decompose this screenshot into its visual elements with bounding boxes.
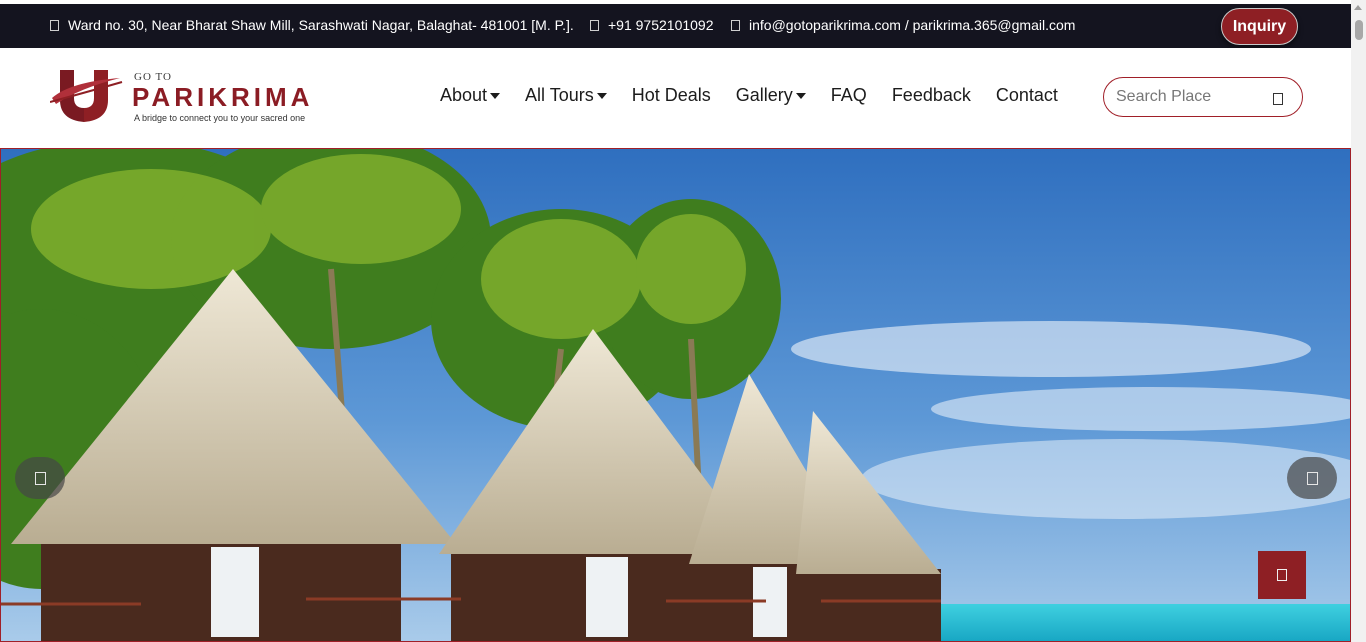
- main-nav: About All Tours Hot Deals Gallery FAQ Fe…: [440, 85, 1083, 106]
- nav-faq-label: FAQ: [830, 85, 867, 105]
- logo-mark-icon: [49, 70, 123, 122]
- nav-all-tours-label: All Tours: [525, 85, 594, 105]
- nav-feedback[interactable]: Feedback: [892, 85, 971, 106]
- scroll-up-arrow-icon[interactable]: [1354, 5, 1362, 10]
- nav-faq[interactable]: FAQ: [831, 85, 867, 106]
- chevron-left-icon: [34, 471, 46, 485]
- main-header: GO TO PARIKRIMA A bridge to connect you …: [0, 48, 1351, 148]
- hero-carousel: [0, 148, 1351, 642]
- nav-all-tours[interactable]: All Tours: [525, 85, 607, 106]
- hero-image: [1, 149, 1350, 641]
- arrow-up-icon: [1277, 569, 1287, 581]
- envelope-icon: [731, 19, 740, 31]
- search-input[interactable]: [1116, 87, 1266, 107]
- nav-contact-label: Contact: [995, 85, 1058, 105]
- address-text: Ward no. 30, Near Bharat Shaw Mill, Sara…: [68, 17, 574, 33]
- nav-about[interactable]: About: [440, 85, 501, 106]
- nav-contact[interactable]: Contact: [996, 85, 1058, 106]
- logo-tagline: A bridge to connect you to your sacred o…: [134, 113, 306, 123]
- address-item: Ward no. 30, Near Bharat Shaw Mill, Sara…: [50, 17, 574, 33]
- search-box: [1103, 77, 1303, 117]
- nav-feedback-label: Feedback: [891, 85, 971, 105]
- carousel-next-button[interactable]: [1287, 457, 1337, 499]
- nav-hot-deals[interactable]: Hot Deals: [632, 85, 711, 106]
- nav-gallery[interactable]: Gallery: [736, 85, 806, 106]
- nav-about-label: About: [440, 85, 488, 105]
- nav-hot-deals-label: Hot Deals: [631, 85, 711, 105]
- caret-down-icon: [490, 92, 501, 99]
- inquiry-button[interactable]: Inquiry: [1221, 8, 1298, 45]
- phone-text[interactable]: +91 9752101092: [608, 17, 714, 33]
- carousel-prev-button[interactable]: [15, 457, 65, 499]
- search-icon[interactable]: [1273, 93, 1283, 105]
- page-scrollbar[interactable]: [1351, 0, 1366, 642]
- caret-down-icon: [795, 92, 806, 99]
- map-marker-icon: [50, 19, 59, 31]
- scrollbar-thumb[interactable]: [1355, 20, 1363, 40]
- nav-gallery-label: Gallery: [735, 85, 793, 105]
- back-to-top-button[interactable]: [1258, 551, 1306, 599]
- top-info-bar: Ward no. 30, Near Bharat Shaw Mill, Sara…: [0, 4, 1351, 48]
- logo-brand-text: PARIKRIMA: [132, 82, 314, 112]
- email-item[interactable]: info@gotoparikrima.com / parikrima.365@g…: [731, 17, 1075, 33]
- site-logo[interactable]: GO TO PARIKRIMA A bridge to connect you …: [49, 68, 340, 128]
- phone-item[interactable]: +91 9752101092: [590, 17, 714, 33]
- chevron-right-icon: [1306, 471, 1318, 485]
- caret-down-icon: [596, 92, 607, 99]
- email-text[interactable]: info@gotoparikrima.com / parikrima.365@g…: [749, 17, 1075, 33]
- phone-icon: [590, 19, 599, 31]
